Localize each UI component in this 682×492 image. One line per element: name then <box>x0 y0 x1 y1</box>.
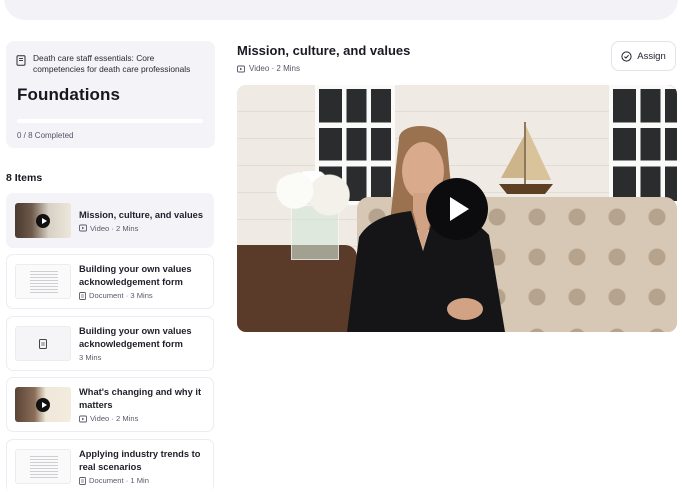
assign-label: Assign <box>637 50 666 62</box>
document-thumbnail <box>15 264 71 299</box>
play-icon <box>36 397 50 412</box>
video-icon <box>79 415 87 422</box>
content-meta-row: Video · 2 Mins <box>237 64 300 73</box>
video-thumbnail <box>15 203 71 238</box>
items-count: 8 Items <box>6 172 43 184</box>
section-title: Foundations <box>17 85 121 104</box>
bottom-fade <box>0 484 682 492</box>
course-card: Death care staff essentials: Core compet… <box>6 41 215 148</box>
video-icon <box>79 224 87 232</box>
document-thumbnail <box>15 326 71 361</box>
presenter-figure <box>347 125 505 332</box>
assign-button[interactable]: Assign <box>611 41 676 71</box>
video-icon <box>237 65 245 72</box>
list-item[interactable]: Building your own values acknowledgement… <box>6 316 214 371</box>
list-item[interactable]: What's changing and why it matters Video… <box>6 377 214 432</box>
check-circle-icon <box>621 50 632 62</box>
item-meta: Video · 2 Mins <box>90 414 139 423</box>
document-icon <box>79 291 86 300</box>
progress-label: 0 / 8 Completed <box>17 131 74 140</box>
content-meta: Video · 2 Mins <box>249 64 300 73</box>
page-title: Mission, culture, and values <box>237 43 411 58</box>
item-title: Building your own values acknowledgement… <box>79 264 192 287</box>
course-title: Death care staff essentials: Core compet… <box>33 53 191 74</box>
video-thumbnail <box>15 387 71 422</box>
window <box>609 85 677 205</box>
item-meta: Document · 3 Mins <box>89 291 153 300</box>
item-meta: 3 Mins <box>79 353 102 362</box>
item-title: Building your own values acknowledgement… <box>79 326 192 349</box>
item-title: Applying industry trends to real scenari… <box>79 449 201 472</box>
top-bar <box>0 0 682 20</box>
item-meta: Video · 2 Mins <box>90 223 139 233</box>
video-player[interactable] <box>237 85 677 332</box>
document-icon <box>39 338 47 349</box>
book-icon <box>16 55 26 66</box>
play-icon <box>36 213 50 228</box>
list-item[interactable]: Building your own values acknowledgement… <box>6 254 214 309</box>
document-thumbnail <box>15 449 71 484</box>
play-button[interactable] <box>426 178 488 240</box>
item-title: What's changing and why it matters <box>79 387 202 410</box>
item-title: Mission, culture, and values <box>79 209 203 220</box>
progress-bar <box>17 119 203 123</box>
list-item[interactable]: Mission, culture, and values Video · 2 M… <box>6 193 214 248</box>
